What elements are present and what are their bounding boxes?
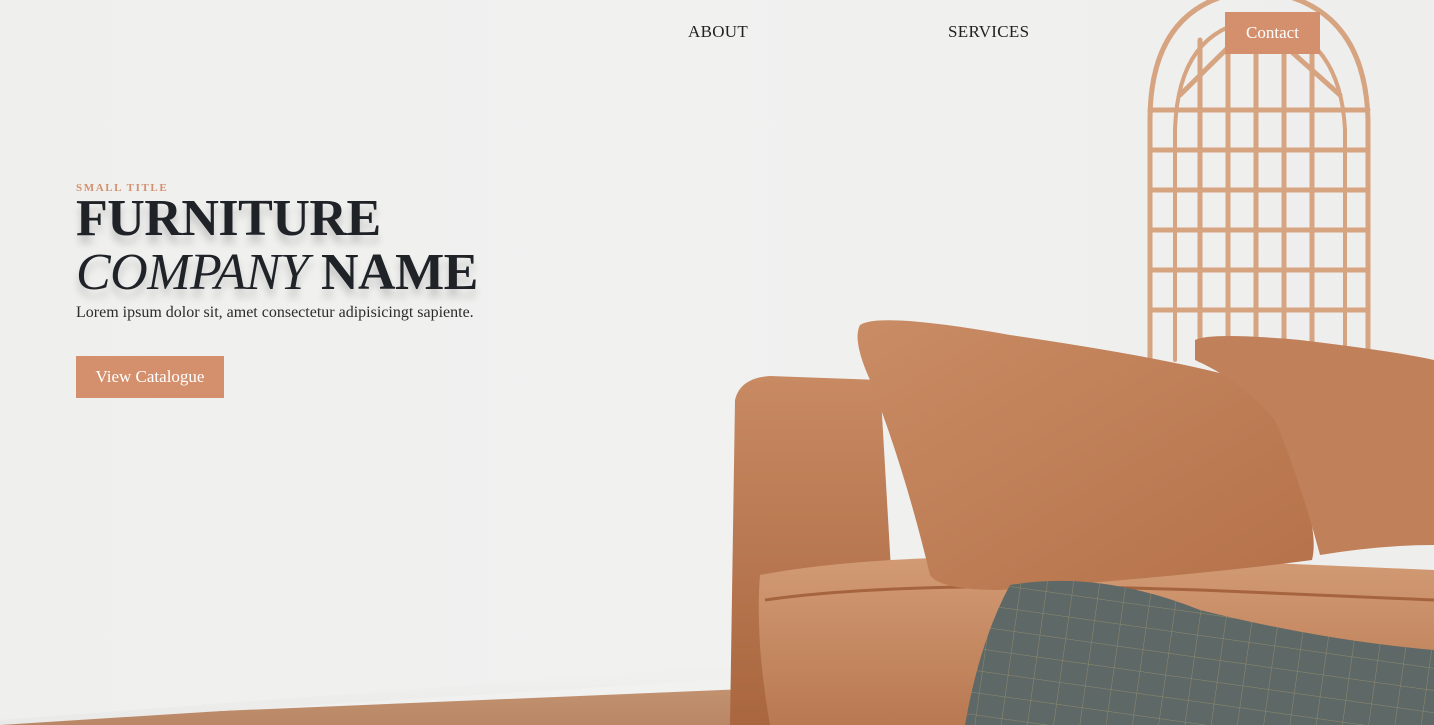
view-catalogue-button[interactable]: View Catalogue [76,356,224,398]
contact-button[interactable]: Contact [1225,12,1320,54]
rattan-headboard [1147,0,1371,363]
headline-italic-word: COMPANY [76,244,309,301]
headline-name-word: NAME [320,244,478,301]
headline-line-2: COMPANY NAME [76,246,478,300]
page-title: FURNITURE COMPANY NAME [76,192,478,300]
hero-section: ABOUT SERVICES Contact SMALL TITLE FURNI… [0,0,1434,725]
nav-about-link[interactable]: ABOUT [688,22,748,42]
nav-services-link[interactable]: SERVICES [948,22,1029,42]
headline-line-1: FURNITURE [76,190,381,247]
hero-subtitle: Lorem ipsum dolor sit, amet consectetur … [76,304,474,321]
